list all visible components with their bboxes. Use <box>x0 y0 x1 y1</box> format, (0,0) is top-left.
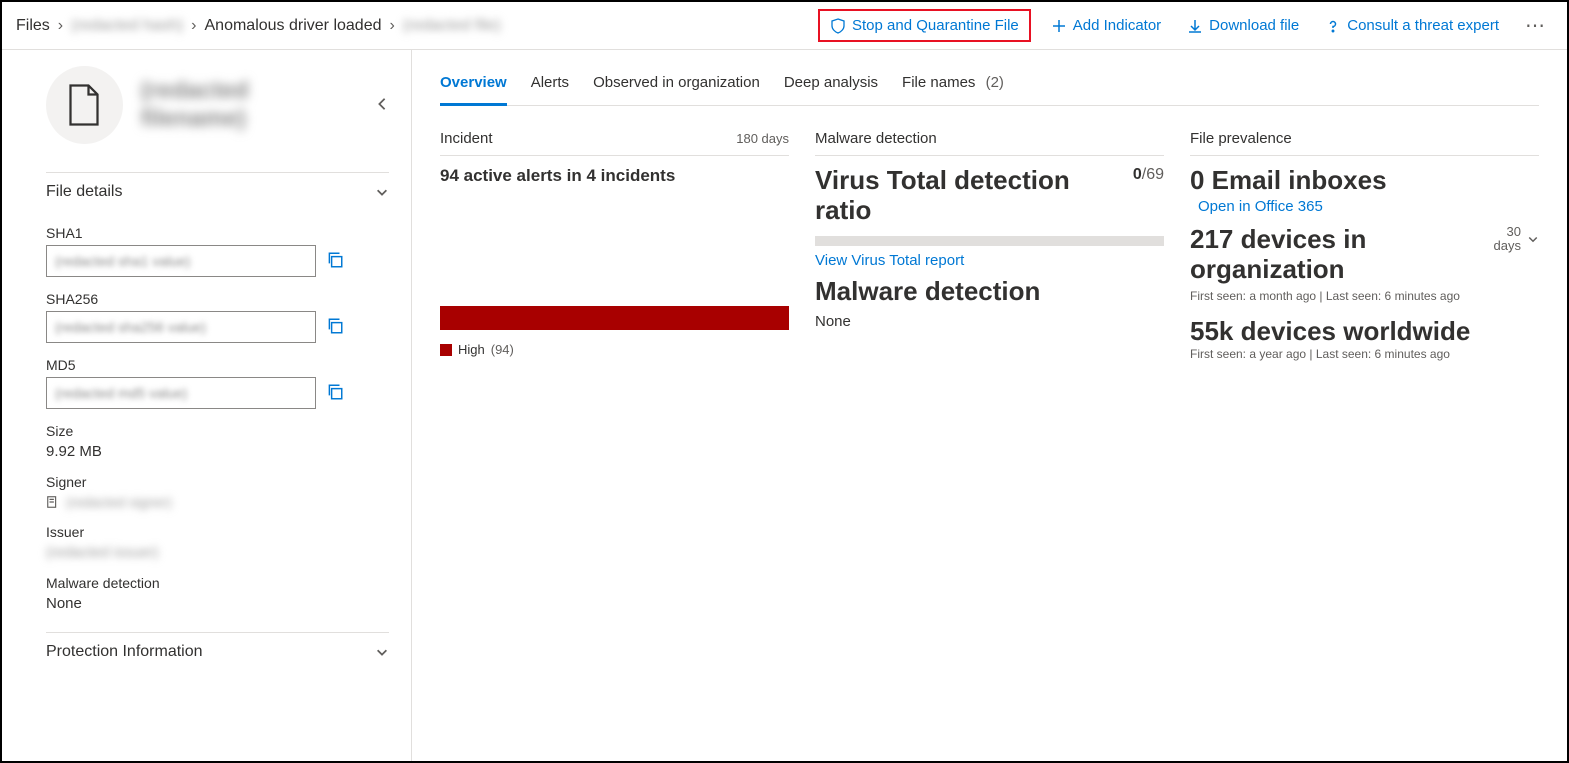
view-virus-total-report-link[interactable]: View Virus Total report <box>815 252 1164 269</box>
size-value: 9.92 MB <box>46 443 389 460</box>
chevron-down-icon <box>375 185 389 199</box>
tab-file-names[interactable]: File names (2) <box>902 66 1004 105</box>
copy-icon <box>326 251 344 269</box>
chevron-right-icon: › <box>58 17 63 35</box>
prevalence-inboxes: 0 Email inboxes <box>1190 166 1539 196</box>
tab-overview[interactable]: Overview <box>440 66 507 106</box>
copy-icon <box>326 317 344 335</box>
incident-card: Incident 180 days 94 active alerts in 4 … <box>440 130 789 375</box>
malware-detection-value: None <box>46 595 389 612</box>
sha1-label: SHA1 <box>46 225 389 241</box>
prevalence-title: File prevalence <box>1190 130 1292 147</box>
prevalence-org-meta: First seen: a month ago | Last seen: 6 m… <box>1190 289 1539 303</box>
malware-detection-label: Malware detection <box>46 575 389 591</box>
chevron-down-icon <box>1527 233 1539 245</box>
sha256-value-box[interactable]: (redacted sha256 value) <box>46 311 316 343</box>
virus-total-ratio-label: Virus Total detection ratio <box>815 166 1133 226</box>
sha1-value-box[interactable]: (redacted sha1 value) <box>46 245 316 277</box>
incident-headline: 94 active alerts in 4 incidents <box>440 166 789 186</box>
virus-total-ratio-bar <box>815 236 1164 246</box>
prevalence-days-selector[interactable]: 30 days <box>1494 225 1539 254</box>
md5-value-box[interactable]: (redacted md5 value) <box>46 377 316 409</box>
collapse-panel-button[interactable] <box>375 97 389 114</box>
tab-observed[interactable]: Observed in organization <box>593 66 760 105</box>
question-icon <box>1325 18 1341 34</box>
file-title: (redacted filename) <box>141 77 357 133</box>
tab-file-names-count: (2) <box>986 74 1004 91</box>
alert-severity-bar <box>440 306 789 330</box>
download-file-button[interactable]: Download file <box>1181 13 1305 38</box>
tab-alerts[interactable]: Alerts <box>531 66 569 105</box>
issuer-label: Issuer <box>46 524 389 540</box>
copy-md5-button[interactable] <box>326 383 344 404</box>
malware-detection-card: Malware detection Virus Total detection … <box>815 130 1164 375</box>
copy-sha1-button[interactable] <box>326 251 344 272</box>
plus-icon <box>1051 18 1067 34</box>
signer-label: Signer <box>46 474 389 490</box>
breadcrumb-file[interactable]: (redacted file) <box>403 17 501 35</box>
copy-sha256-button[interactable] <box>326 317 344 338</box>
chevron-down-icon <box>375 645 389 659</box>
add-indicator-button[interactable]: Add Indicator <box>1045 13 1167 38</box>
certificate-icon <box>46 495 60 509</box>
tabs: Overview Alerts Observed in organization… <box>440 66 1539 106</box>
copy-icon <box>326 383 344 401</box>
protection-info-section-toggle[interactable]: Protection Information <box>46 632 389 671</box>
legend-count-high: (94) <box>491 342 514 357</box>
malware-detection-result: None <box>815 313 1164 330</box>
stop-quarantine-label: Stop and Quarantine File <box>852 17 1019 34</box>
issuer-value: (redacted issuer) <box>46 544 389 561</box>
file-details-section-toggle[interactable]: File details <box>46 172 389 211</box>
chevron-left-icon <box>375 97 389 111</box>
chevron-right-icon: › <box>390 17 395 35</box>
breadcrumb-alert[interactable]: Anomalous driver loaded <box>205 17 382 35</box>
malware-card-title: Malware detection <box>815 130 937 147</box>
file-prevalence-card: File prevalence 0 Email inboxes Open in … <box>1190 130 1539 375</box>
more-actions-button[interactable]: ⋯ <box>1519 13 1553 38</box>
chevron-right-icon: › <box>191 17 196 35</box>
open-office365-link[interactable]: Open in Office 365 <box>1198 198 1539 215</box>
virus-total-ratio-value: 0/69 <box>1133 166 1164 184</box>
stop-quarantine-button[interactable]: Stop and Quarantine File <box>818 9 1031 42</box>
protection-info-heading: Protection Information <box>46 643 203 661</box>
size-label: Size <box>46 423 389 439</box>
md5-label: MD5 <box>46 357 389 373</box>
consult-expert-button[interactable]: Consult a threat expert <box>1319 13 1505 38</box>
file-icon <box>46 66 123 144</box>
incident-timespan: 180 days <box>736 131 789 146</box>
tab-deep-analysis[interactable]: Deep analysis <box>784 66 878 105</box>
add-indicator-label: Add Indicator <box>1073 17 1161 34</box>
alert-legend: High (94) <box>440 342 789 357</box>
download-file-label: Download file <box>1209 17 1299 34</box>
prevalence-org-devices: 217 devices in organization <box>1190 225 1484 285</box>
tab-file-names-label: File names <box>902 74 975 91</box>
prevalence-world-meta: First seen: a year ago | Last seen: 6 mi… <box>1190 347 1539 361</box>
signer-value: (redacted signer) <box>66 494 172 510</box>
shield-icon <box>830 18 846 34</box>
incident-title: Incident <box>440 130 493 147</box>
malware-detection-heading: Malware detection <box>815 277 1164 307</box>
breadcrumb: Files › (redacted hash) › Anomalous driv… <box>16 17 501 35</box>
sha256-label: SHA256 <box>46 291 389 307</box>
consult-expert-label: Consult a threat expert <box>1347 17 1499 34</box>
file-details-heading: File details <box>46 183 122 201</box>
legend-swatch-high <box>440 344 452 356</box>
legend-label-high: High <box>458 342 485 357</box>
breadcrumb-hash[interactable]: (redacted hash) <box>71 17 183 35</box>
prevalence-world-devices: 55k devices worldwide <box>1190 317 1539 347</box>
download-icon <box>1187 18 1203 34</box>
breadcrumb-root[interactable]: Files <box>16 17 50 35</box>
